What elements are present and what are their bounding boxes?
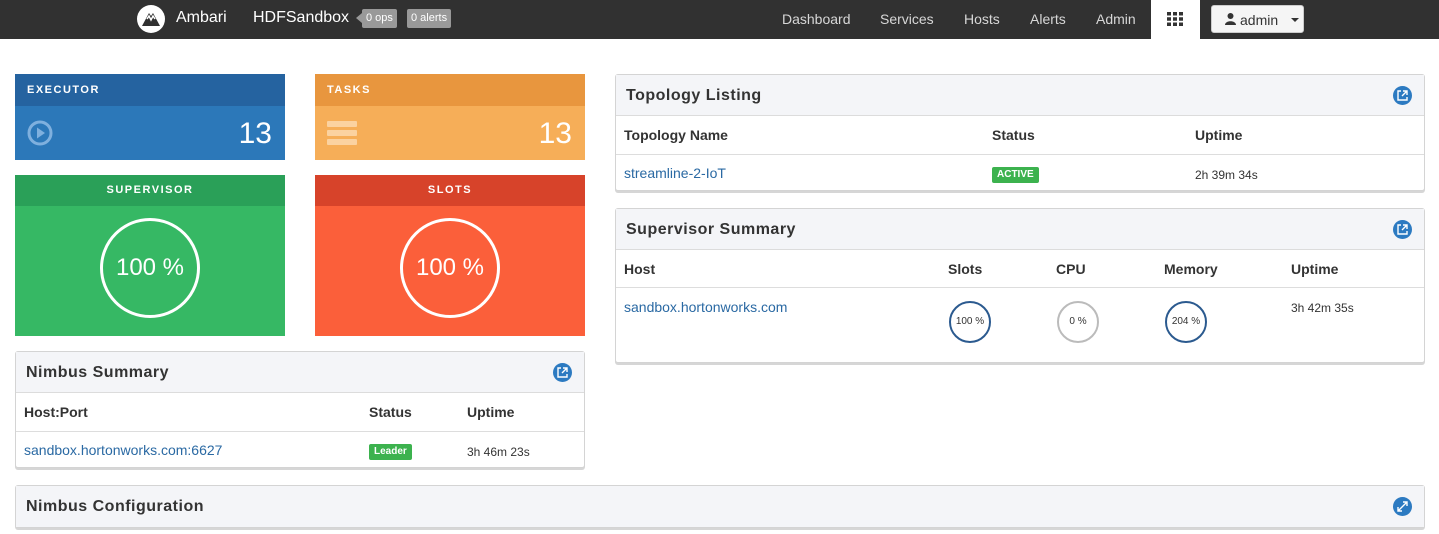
expand-icon <box>1397 501 1408 512</box>
grid-icon <box>1167 12 1183 26</box>
column-header[interactable]: CPU <box>1056 261 1086 277</box>
panel-header[interactable]: Nimbus Configuration <box>16 486 1424 527</box>
user-menu-button[interactable]: admin <box>1211 5 1304 33</box>
external-link-button[interactable] <box>553 363 572 382</box>
uptime-value: 3h 46m 23s <box>467 445 530 459</box>
tasks-title: TASKS <box>315 74 585 106</box>
column-header[interactable]: Topology Name <box>624 127 728 143</box>
tasks-count: 13 <box>538 117 572 150</box>
column-header[interactable]: Status <box>369 404 412 420</box>
divider <box>616 154 1424 155</box>
column-header[interactable]: Status <box>992 127 1035 143</box>
expand-button[interactable] <box>1393 497 1412 516</box>
column-header[interactable]: Uptime <box>1291 261 1338 277</box>
nimbus-host-link[interactable]: sandbox.hortonworks.com:6627 <box>24 442 222 458</box>
play-circle-icon <box>27 120 53 146</box>
topology-link[interactable]: streamline-2-IoT <box>624 165 726 181</box>
executor-count: 13 <box>238 117 272 150</box>
top-navbar: Ambari HDFSandbox 0 ops 0 alerts Dashboa… <box>0 0 1439 39</box>
slots-ring: 100 % <box>400 218 500 318</box>
nav-alerts[interactable]: Alerts <box>1030 11 1066 27</box>
panel-header: Nimbus Summary <box>16 352 584 393</box>
slots-tile: SLOTS 100 % <box>315 175 585 336</box>
topology-listing-panel: Topology Listing Topology Name Status Up… <box>615 74 1425 191</box>
supervisor-ring: 100 % <box>100 218 200 318</box>
nav-dashboard[interactable]: Dashboard <box>782 11 851 27</box>
nav-hosts[interactable]: Hosts <box>964 11 1000 27</box>
supervisor-tile: SUPERVISOR 100 % <box>15 175 285 336</box>
panel-header: Topology Listing <box>616 75 1424 116</box>
ops-badge[interactable]: 0 ops <box>356 9 397 28</box>
column-header[interactable]: Memory <box>1164 261 1218 277</box>
column-header[interactable]: Host <box>624 261 655 277</box>
nimbus-configuration-panel: Nimbus Configuration <box>15 485 1425 528</box>
user-label: admin <box>1240 12 1279 28</box>
uptime-value: 3h 42m 35s <box>1291 301 1354 315</box>
nav-admin[interactable]: Admin <box>1096 11 1136 27</box>
panel-title: Topology Listing <box>626 87 762 104</box>
panel-title: Supervisor Summary <box>626 221 796 238</box>
column-header[interactable]: Uptime <box>1195 127 1242 143</box>
views-menu-button[interactable] <box>1151 0 1200 39</box>
external-link-icon <box>557 367 568 378</box>
chevron-down-icon <box>1291 18 1299 22</box>
external-link-icon <box>1397 224 1408 235</box>
panel-title: Nimbus Configuration <box>26 498 204 515</box>
panel-title: Nimbus Summary <box>26 364 170 381</box>
executor-title: EXECUTOR <box>15 74 285 106</box>
alerts-badge[interactable]: 0 alerts <box>407 9 452 28</box>
ambari-logo-icon[interactable] <box>136 4 166 34</box>
cluster-name[interactable]: HDFSandbox <box>253 9 349 27</box>
column-header[interactable]: Uptime <box>467 404 514 420</box>
nimbus-summary-panel: Nimbus Summary Host:Port Status Uptime s… <box>15 351 585 468</box>
divider <box>16 431 584 432</box>
cpu-gauge: 0 % <box>1057 301 1099 343</box>
panel-header: Supervisor Summary <box>616 209 1424 250</box>
nav-services[interactable]: Services <box>880 11 934 27</box>
supervisor-host-link[interactable]: sandbox.hortonworks.com <box>624 299 787 315</box>
tasks-tile: TASKS 13 <box>315 74 585 160</box>
slots-gauge: 100 % <box>949 301 991 343</box>
external-link-icon <box>1397 90 1408 101</box>
status-badge: Leader <box>369 444 412 460</box>
column-header[interactable]: Host:Port <box>24 404 88 420</box>
memory-gauge: 204 % <box>1165 301 1207 343</box>
external-link-button[interactable] <box>1393 220 1412 239</box>
executor-tile: EXECUTOR 13 <box>15 74 285 160</box>
slots-title: SLOTS <box>315 175 585 206</box>
external-link-button[interactable] <box>1393 86 1412 105</box>
divider <box>616 287 1424 288</box>
status-badge: ACTIVE <box>992 167 1039 183</box>
server-stack-icon <box>327 121 357 145</box>
column-header[interactable]: Slots <box>948 261 982 277</box>
supervisor-title: SUPERVISOR <box>15 175 285 206</box>
supervisor-summary-panel: Supervisor Summary Host Slots CPU Memory… <box>615 208 1425 363</box>
uptime-value: 2h 39m 34s <box>1195 168 1258 182</box>
brand-name[interactable]: Ambari <box>176 9 227 27</box>
user-icon <box>1225 13 1236 25</box>
